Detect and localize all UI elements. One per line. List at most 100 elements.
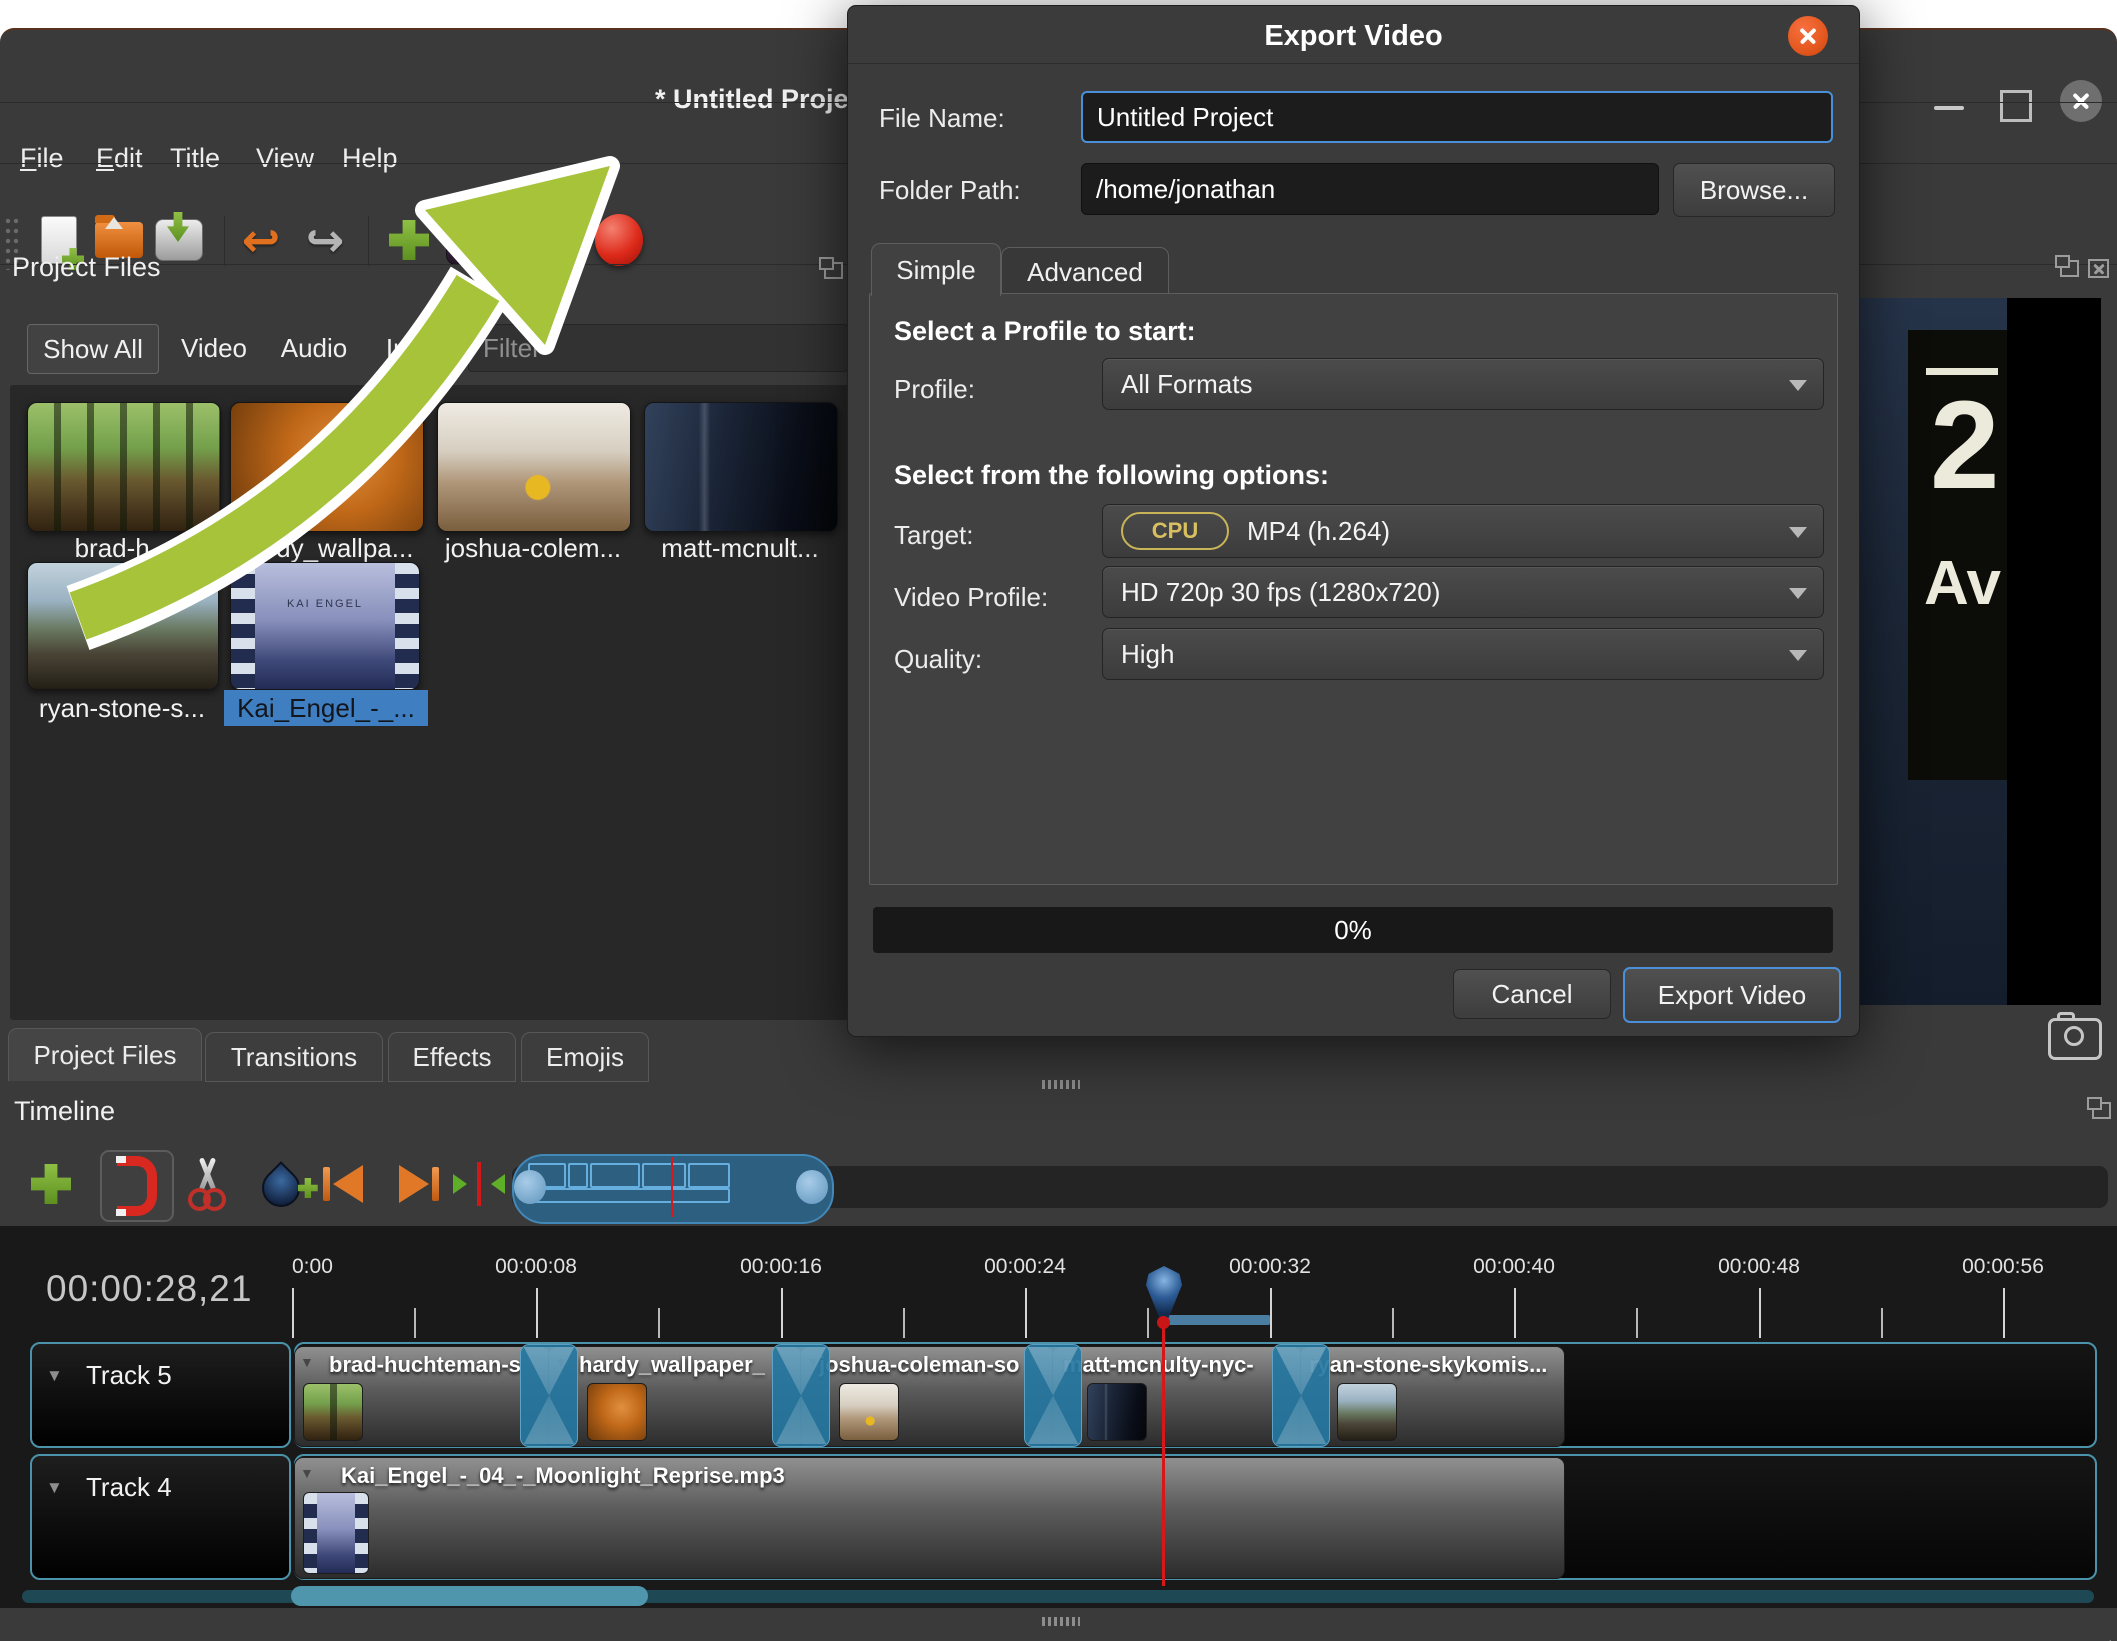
dialog-title: Export Video <box>1264 20 1443 52</box>
tab-transitions[interactable]: Transitions <box>205 1032 383 1082</box>
transition[interactable] <box>1272 1344 1330 1447</box>
maximize-icon[interactable] <box>2000 90 2032 122</box>
ruler-tick-minor <box>414 1308 416 1338</box>
fullscreen-button[interactable] <box>506 212 560 268</box>
file-thumbnail-matt[interactable] <box>644 402 838 532</box>
export-video-confirm-button[interactable]: Export Video <box>1623 967 1841 1023</box>
track5-header[interactable]: ▼ Track 5 <box>30 1342 291 1448</box>
menu-file[interactable]: File <box>20 143 64 174</box>
chevron-down-icon <box>1789 527 1807 538</box>
chevron-down-icon[interactable]: ▼ <box>46 1478 63 1498</box>
snapping-toggle-button[interactable] <box>100 1150 174 1222</box>
toolbar-separator <box>368 216 369 266</box>
track4-header[interactable]: ▼ Track 4 <box>30 1454 291 1580</box>
filter-video[interactable]: Video <box>178 324 250 372</box>
ruler-label: 00:00:16 <box>740 1255 822 1278</box>
filter-audio[interactable]: Audio <box>278 324 350 372</box>
window-resize-grip[interactable] <box>2086 1636 2114 1641</box>
profile-dropdown[interactable]: All Formats <box>1102 358 1824 410</box>
splitter-handle[interactable] <box>1042 1617 1080 1626</box>
file-thumbnail-hardy[interactable] <box>230 402 424 532</box>
filter-show-all[interactable]: Show All <box>27 324 159 374</box>
play-button[interactable]: ▶ <box>444 212 498 268</box>
track-name: Track 4 <box>86 1472 172 1502</box>
clip-matt[interactable]: ▼ matt-mcnulty-nyc- <box>1052 1346 1302 1447</box>
magnet-icon <box>116 1156 157 1216</box>
clip-brad[interactable]: ▼ brad-huchteman-s <box>294 1346 550 1447</box>
razor-button[interactable] <box>178 1152 236 1216</box>
zoom-handle-right[interactable] <box>796 1170 828 1204</box>
menu-help[interactable]: Help <box>342 143 398 174</box>
sign-text-2: 2 <box>1930 376 2000 515</box>
clip-thumbnail <box>587 1383 647 1441</box>
preview-close-icon[interactable] <box>2088 259 2109 278</box>
snapshot-camera-icon[interactable] <box>2048 1012 2102 1060</box>
window-title: * Untitled Project <box>655 84 873 114</box>
browse-button[interactable]: Browse... <box>1673 163 1835 217</box>
cpu-badge: CPU <box>1121 512 1229 550</box>
undo-button[interactable]: ↩ <box>234 212 288 268</box>
add-marker-button[interactable] <box>252 1152 310 1216</box>
file-thumbnail-kai[interactable]: KAI ENGEL <box>230 562 420 690</box>
cancel-button[interactable]: Cancel <box>1453 969 1611 1019</box>
target-dropdown[interactable]: CPU MP4 (h.264) <box>1102 504 1824 558</box>
transition[interactable] <box>1024 1344 1082 1447</box>
redo-button[interactable]: ↪ <box>298 212 352 268</box>
file-thumbnail-joshua[interactable] <box>437 402 631 532</box>
menu-view[interactable]: View <box>256 143 314 174</box>
file-thumbnail-brad[interactable] <box>27 402 221 532</box>
transition[interactable] <box>520 1344 578 1447</box>
transition[interactable] <box>772 1344 830 1447</box>
clip-thumbnail <box>1337 1383 1397 1441</box>
export-video-button[interactable] <box>592 212 646 268</box>
divider <box>848 63 1859 64</box>
preview-float-icon[interactable] <box>2055 255 2079 277</box>
profile-value: All Formats <box>1121 368 1253 399</box>
tab-advanced[interactable]: Advanced <box>1001 247 1169 297</box>
minimize-icon[interactable] <box>1934 106 1964 110</box>
clip-label: joshua-coleman-so <box>819 1352 1020 1377</box>
simple-tab-content: Select a Profile to start: Profile: All … <box>869 293 1838 885</box>
window-close-icon[interactable] <box>2060 80 2102 122</box>
track-name: Track 5 <box>86 1360 172 1390</box>
ruler-tick <box>1025 1288 1027 1338</box>
file-name-input[interactable] <box>1081 91 1833 143</box>
dialog-close-icon[interactable] <box>1788 16 1828 56</box>
video-profile-dropdown[interactable]: HD 720p 30 fps (1280x720) <box>1102 566 1824 618</box>
filter-image[interactable]: Image <box>384 324 460 372</box>
center-playhead-button[interactable] <box>450 1152 508 1216</box>
clip-hardy[interactable]: ▼ hardy_wallpaper_ <box>548 1346 802 1447</box>
splitter-handle[interactable] <box>1042 1080 1080 1089</box>
ruler-label: 00:00:08 <box>495 1255 577 1278</box>
quality-label: Quality: <box>894 644 983 674</box>
tab-simple[interactable]: Simple <box>871 243 1001 296</box>
file-thumbnail-ryan[interactable] <box>27 562 219 690</box>
center-playhead-icon <box>453 1162 505 1206</box>
panel-float-icon[interactable] <box>819 257 843 279</box>
ruler-tick <box>1270 1288 1272 1338</box>
jump-end-button[interactable] <box>386 1152 444 1216</box>
quality-dropdown[interactable]: High <box>1102 628 1824 680</box>
clip-kai-audio[interactable]: ▼ Kai_Engel_-_04_-_Moonlight_Reprise.mp3 <box>294 1457 1565 1579</box>
timeline-float-icon[interactable] <box>2087 1097 2111 1119</box>
clip-thumbnail <box>303 1492 369 1574</box>
filter-input[interactable] <box>468 324 848 372</box>
add-track-button[interactable] <box>22 1152 80 1216</box>
import-files-button[interactable] <box>382 212 436 268</box>
timeline-scrollbar-thumb[interactable] <box>291 1586 648 1606</box>
clip-label: ryan-stone-skykomis... <box>1309 1352 1548 1377</box>
jump-start-button[interactable] <box>318 1152 376 1216</box>
ruler-label: 0:00 <box>292 1255 333 1278</box>
video-profile-label: Video Profile: <box>894 582 1049 612</box>
ruler-label: 00:00:32 <box>1229 1255 1311 1278</box>
menu-edit[interactable]: Edit <box>96 143 143 174</box>
zoom-handle-left[interactable] <box>514 1170 546 1204</box>
folder-path-input[interactable] <box>1081 163 1659 215</box>
tab-project-files[interactable]: Project Files <box>8 1028 202 1081</box>
clip-ryan[interactable]: ▼ ryan-stone-skykomis... <box>1300 1346 1565 1447</box>
tab-emojis[interactable]: Emojis <box>521 1032 649 1082</box>
chevron-down-icon[interactable]: ▼ <box>46 1366 63 1386</box>
clip-joshua[interactable]: ▼ joshua-coleman-so <box>800 1346 1054 1447</box>
tab-effects[interactable]: Effects <box>388 1032 516 1082</box>
menu-title[interactable]: Title <box>170 143 220 174</box>
